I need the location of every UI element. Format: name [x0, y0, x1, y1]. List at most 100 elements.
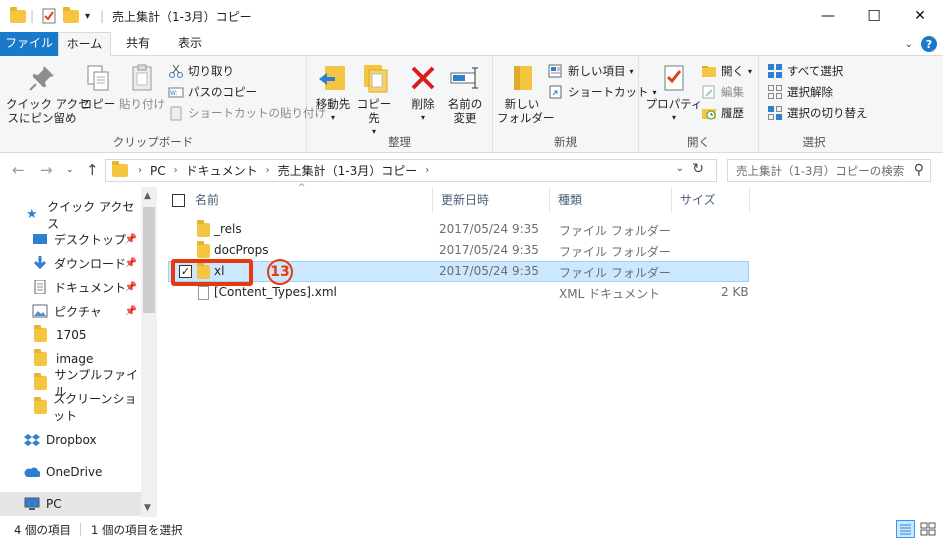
- folder-icon: [34, 397, 47, 414]
- copy-path-button[interactable]: W: パスのコピー: [168, 83, 257, 101]
- nav-folder-screenshots[interactable]: スクリーンショット: [0, 392, 141, 423]
- forward-arrow-icon[interactable]: →: [40, 161, 53, 179]
- scrollbar-thumb[interactable]: [143, 207, 155, 313]
- back-arrow-icon[interactable]: ←: [12, 161, 25, 179]
- tab-view[interactable]: 表示: [165, 32, 215, 56]
- select-none-button[interactable]: 選択解除: [767, 83, 833, 101]
- nav-quick-access[interactable]: ★ クイック アクセス: [0, 200, 141, 231]
- cut-label: 切り取り: [188, 64, 234, 78]
- minimize-button[interactable]: —: [805, 0, 851, 32]
- select-all-button[interactable]: すべて選択: [767, 62, 843, 80]
- up-arrow-icon[interactable]: ↑: [86, 161, 99, 179]
- help-icon[interactable]: ?: [921, 36, 937, 52]
- file-date: 2017/05/24 9:35: [439, 222, 539, 236]
- new-folder-button[interactable]: 新しい フォルダー: [497, 62, 555, 125]
- maximize-button[interactable]: ☐: [851, 0, 897, 32]
- select-none-icon: [767, 84, 783, 100]
- file-row[interactable]: _rels 2017/05/24 9:35 ファイル フォルダー: [168, 219, 749, 240]
- delete-button[interactable]: 削除 ▾: [405, 62, 441, 125]
- new-group-label: 新規: [554, 135, 577, 149]
- file-row[interactable]: docProps 2017/05/24 9:35 ファイル フォルダー: [168, 240, 749, 261]
- select-all-checkbox[interactable]: [172, 194, 185, 207]
- clipboard-group: クイック アクセ スにピン留め コピー 貼り付け 切り取り W: パスのコピー …: [0, 56, 326, 153]
- column-header-name[interactable]: 名前: [187, 187, 433, 213]
- edit-icon: [701, 84, 717, 100]
- copy-to-icon: [358, 62, 390, 94]
- address-dropdown-icon[interactable]: ⌄: [676, 163, 684, 174]
- new-item-label: 新しい項目: [568, 64, 626, 78]
- tab-file[interactable]: ファイル: [0, 32, 58, 56]
- customize-qa-icon[interactable]: ▾: [85, 7, 90, 25]
- paste-button[interactable]: 貼り付け: [118, 62, 166, 111]
- address-bar[interactable]: › PC › ドキュメント › 売上集計（1-3月）コピー › ⌄ ↻: [105, 159, 717, 182]
- column-header-size[interactable]: サイズ: [672, 187, 750, 213]
- edit-button[interactable]: 編集: [701, 83, 744, 101]
- new-item-button[interactable]: 新しい項目 ▾: [548, 62, 634, 80]
- nav-scrollbar[interactable]: ▲ ▼: [141, 187, 157, 517]
- divider: |: [30, 9, 35, 23]
- cloud-icon: [24, 465, 41, 479]
- copy-icon: [82, 62, 114, 94]
- pin-icon[interactable]: 📌: [125, 258, 137, 269]
- star-icon: ★: [26, 207, 38, 222]
- history-button[interactable]: 履歴: [701, 104, 744, 122]
- properties-label: プロパティ: [645, 97, 703, 111]
- large-icons-view-icon[interactable]: [918, 520, 937, 538]
- history-icon: [701, 105, 717, 121]
- tab-home[interactable]: ホーム: [58, 32, 111, 57]
- nav-folder-1705[interactable]: 1705: [0, 323, 141, 347]
- search-icon[interactable]: ⚲: [914, 162, 924, 178]
- paste-shortcut-button[interactable]: ショートカットの貼り付け: [168, 104, 326, 122]
- recent-dropdown-icon[interactable]: ⌄: [66, 165, 74, 175]
- file-row-selected[interactable]: ✓ xl 2017/05/24 9:35 ファイル フォルダー: [168, 261, 749, 282]
- move-to-button[interactable]: 移動先 ▾: [313, 62, 353, 125]
- file-name: docProps: [214, 243, 269, 257]
- invert-selection-button[interactable]: 選択の切り替え: [767, 104, 868, 122]
- nav-onedrive[interactable]: OneDrive: [0, 460, 141, 484]
- nav-pc[interactable]: PC: [0, 492, 141, 516]
- column-header-date[interactable]: 更新日時: [433, 187, 550, 213]
- cut-button[interactable]: 切り取り: [168, 62, 234, 80]
- column-header-type[interactable]: 種類: [550, 187, 672, 213]
- details-view-icon[interactable]: [896, 520, 915, 538]
- file-row[interactable]: [Content_Types].xml XML ドキュメント 2 KB: [168, 282, 749, 303]
- new-folder-label: 新しい フォルダー: [497, 97, 555, 125]
- properties-qa-icon[interactable]: [42, 7, 56, 25]
- desktop-icon: [32, 232, 48, 246]
- rename-button[interactable]: 名前の 変更: [445, 62, 485, 125]
- file-type: XML ドキュメント: [559, 287, 661, 301]
- chevron-right-icon: ›: [173, 165, 178, 176]
- pin-icon[interactable]: 📌: [125, 282, 137, 293]
- nav-pictures[interactable]: ピクチャ 📌: [0, 299, 141, 323]
- properties-button[interactable]: プロパティ ▾: [645, 62, 703, 125]
- pin-icon[interactable]: 📌: [125, 306, 137, 317]
- address-row: ← → ⌄ ↑ › PC › ドキュメント › 売上集計（1-3月）コピー › …: [0, 153, 943, 187]
- file-size: 2 KB: [721, 285, 749, 299]
- delete-x-icon: [407, 62, 439, 94]
- nav-desktop[interactable]: デスクトップ 📌: [0, 227, 141, 251]
- new-folder-qa-icon[interactable]: [63, 6, 79, 25]
- expand-ribbon-icon[interactable]: ⌄: [905, 39, 913, 50]
- scroll-up-icon[interactable]: ▲: [144, 191, 151, 201]
- pin-quick-access-button[interactable]: クイック アクセ スにピン留め: [6, 62, 90, 125]
- refresh-icon[interactable]: ↻: [692, 161, 704, 177]
- breadcrumb-current[interactable]: 売上集計（1-3月）コピー: [278, 162, 418, 179]
- close-button[interactable]: ✕: [897, 0, 943, 32]
- tab-share[interactable]: 共有: [113, 32, 163, 56]
- open-group-label: 開く: [687, 135, 710, 149]
- open-button[interactable]: 開く ▾: [701, 62, 752, 80]
- breadcrumb-pc[interactable]: PC: [150, 164, 166, 178]
- breadcrumb-documents[interactable]: ドキュメント: [186, 162, 258, 179]
- nav-documents[interactable]: ドキュメント 📌: [0, 275, 141, 299]
- pin-icon[interactable]: 📌: [125, 234, 137, 245]
- organize-group-label: 整理: [388, 135, 411, 149]
- nav-label: OneDrive: [46, 465, 103, 479]
- search-input[interactable]: 売上集計（1-3月）コピーの検索 ⚲: [727, 159, 931, 182]
- scroll-down-icon[interactable]: ▼: [144, 503, 151, 513]
- nav-downloads[interactable]: ダウンロード 📌: [0, 251, 141, 275]
- copy-to-button[interactable]: コピー先 ▾: [353, 62, 395, 139]
- file-icon: [198, 286, 209, 300]
- copy-button[interactable]: コピー: [80, 62, 116, 111]
- new-item-dropdown-icon: ▾: [629, 66, 634, 76]
- nav-dropbox[interactable]: Dropbox: [0, 428, 141, 452]
